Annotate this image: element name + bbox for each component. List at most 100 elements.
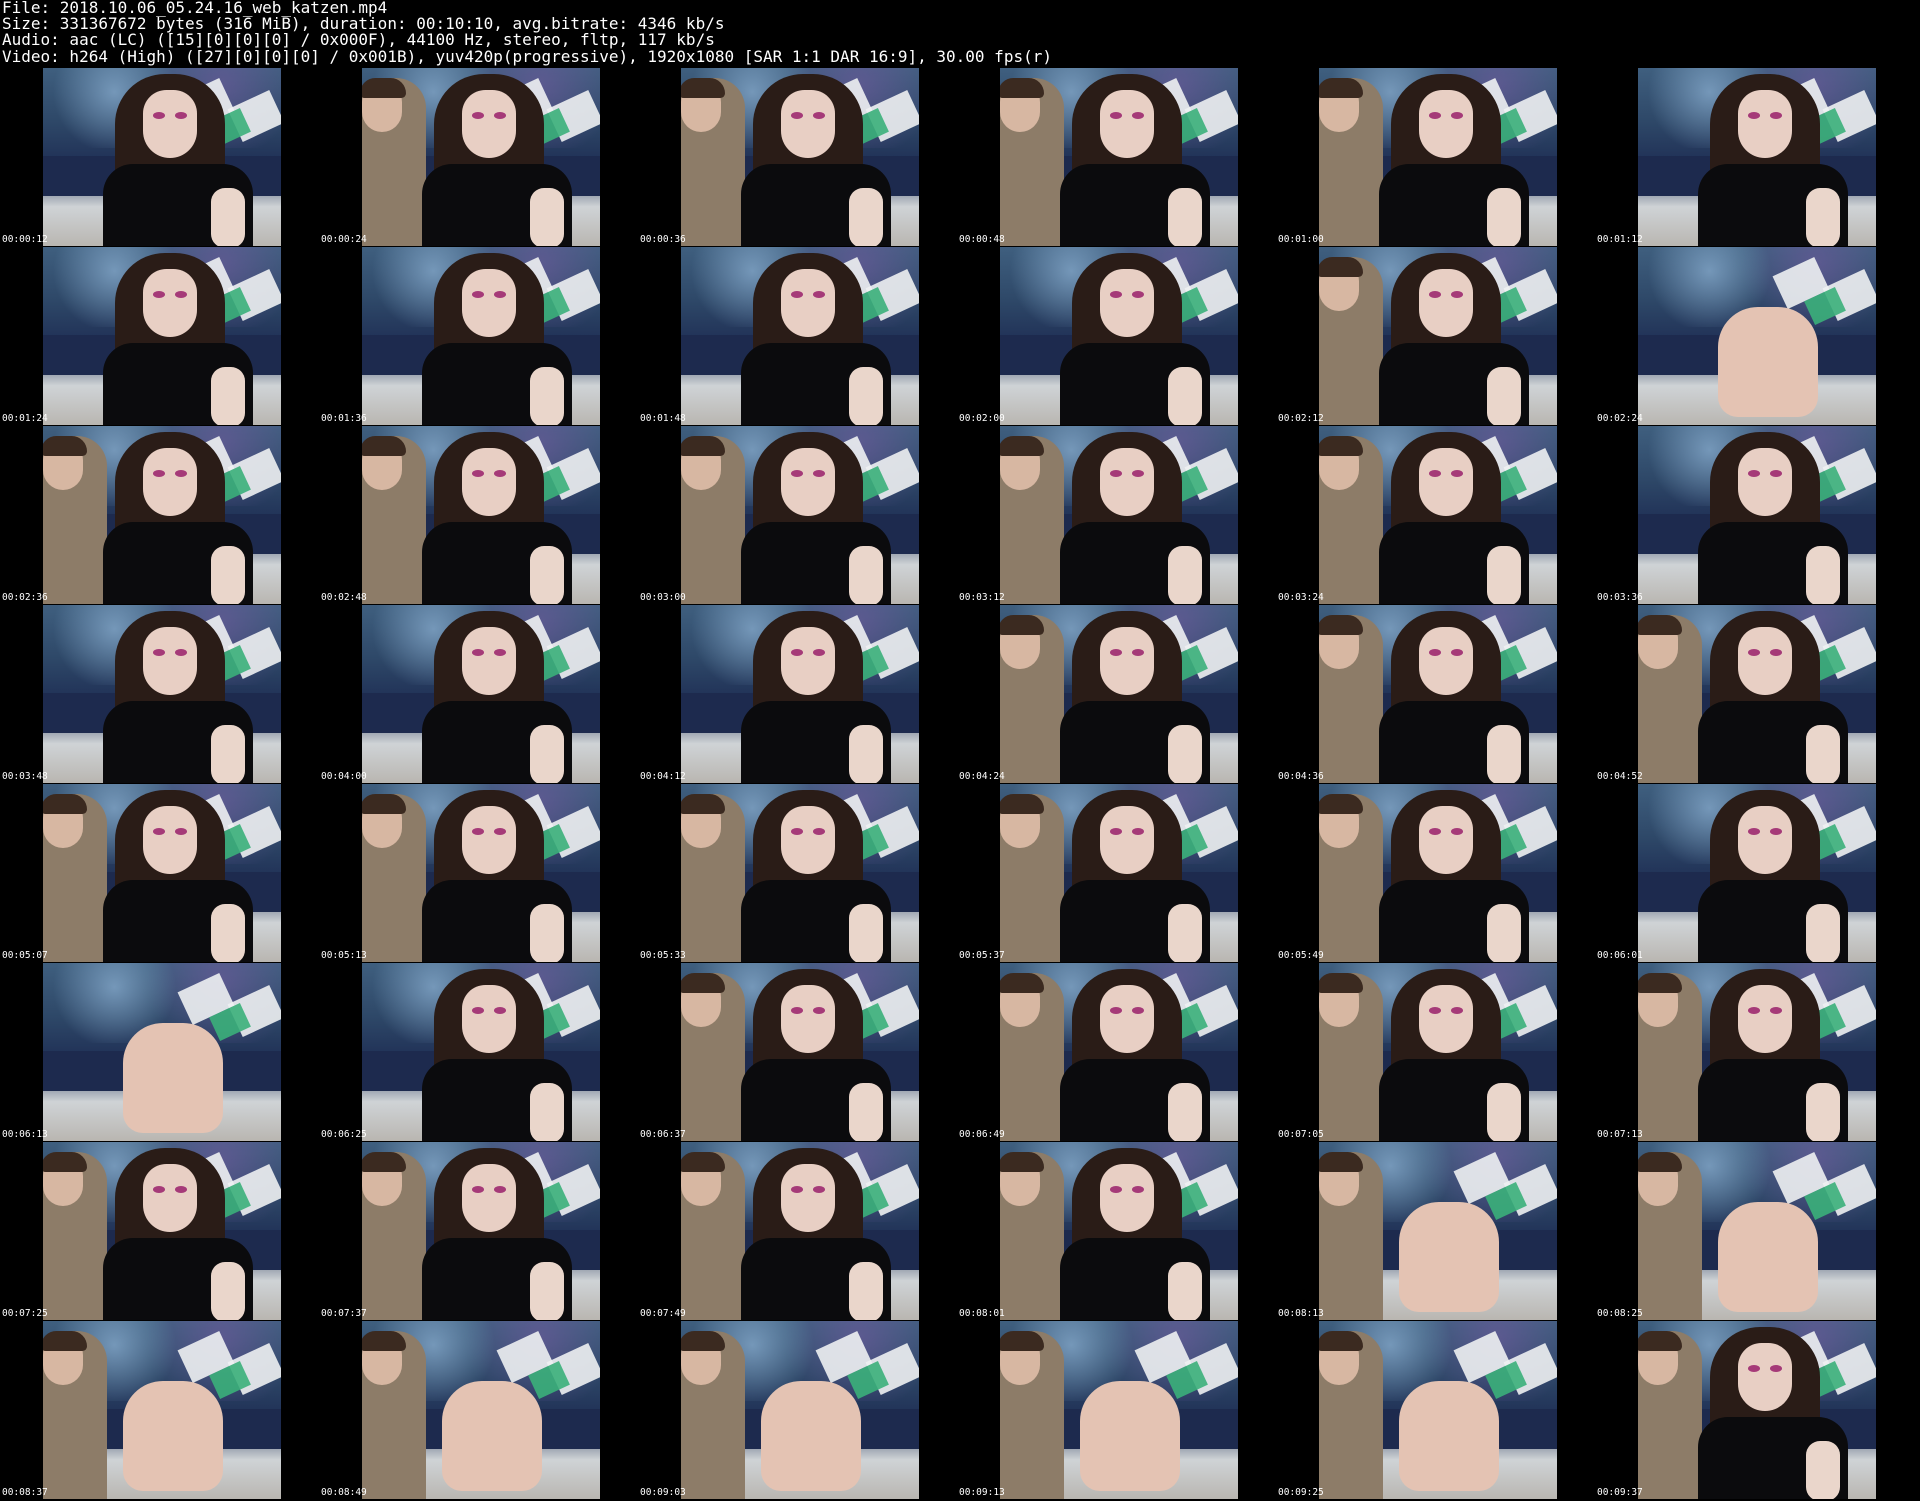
timestamp-label: 00:08:37 xyxy=(2,1487,48,1498)
left-eye xyxy=(791,470,803,477)
thumbnail-cell: 00:02:36 xyxy=(0,425,319,604)
left-eye xyxy=(153,1186,165,1193)
file-info-header: File: 2018.10.06_05.24.16_web_katzen.mp4… xyxy=(2,0,1902,65)
feet xyxy=(761,1381,861,1491)
video-frame-thumbnail xyxy=(681,784,919,962)
thumbnail-cell: 00:03:00 xyxy=(638,425,957,604)
thumbnail-cell: 00:05:49 xyxy=(1276,783,1595,962)
companion-figure xyxy=(362,436,426,604)
timestamp-label: 00:04:00 xyxy=(321,771,367,782)
companion-hair xyxy=(681,436,725,456)
tattooed-arm xyxy=(1168,546,1202,604)
companion-hair xyxy=(1638,1152,1682,1172)
thumbnail-cell: 00:02:12 xyxy=(1276,246,1595,425)
thumbnail-cell: 00:06:37 xyxy=(638,962,957,1141)
thumbnail-cell: 00:05:07 xyxy=(0,783,319,962)
tattooed-arm xyxy=(1168,725,1202,783)
feet xyxy=(123,1381,223,1491)
face xyxy=(781,627,835,695)
timestamp-label: 00:03:24 xyxy=(1278,592,1324,603)
timestamp-label: 00:03:48 xyxy=(2,771,48,782)
timestamp-label: 00:03:00 xyxy=(640,592,686,603)
video-frame-thumbnail xyxy=(1319,963,1557,1141)
companion-hair xyxy=(1319,78,1363,98)
tattooed-arm xyxy=(211,725,245,783)
video-frame-thumbnail xyxy=(1000,426,1238,604)
thumbnail-cell: 00:08:13 xyxy=(1276,1141,1595,1320)
left-eye xyxy=(1748,1365,1760,1372)
left-eye xyxy=(153,828,165,835)
right-eye xyxy=(1451,649,1463,656)
timestamp-label: 00:02:00 xyxy=(959,413,1005,424)
video-frame-thumbnail xyxy=(1000,1142,1238,1320)
video-frame-thumbnail xyxy=(43,426,281,604)
left-eye xyxy=(472,1007,484,1014)
face xyxy=(462,985,516,1053)
right-eye xyxy=(1132,470,1144,477)
feet xyxy=(1718,307,1818,417)
video-frame-thumbnail xyxy=(1319,784,1557,962)
companion-hair xyxy=(1638,1331,1682,1351)
timestamp-label: 00:05:49 xyxy=(1278,950,1324,961)
right-eye xyxy=(494,112,506,119)
video-frame-thumbnail xyxy=(362,247,600,425)
left-eye xyxy=(1748,649,1760,656)
right-eye xyxy=(1770,1007,1782,1014)
timestamp-label: 00:08:13 xyxy=(1278,1308,1324,1319)
companion-hair xyxy=(362,1331,406,1351)
timestamp-label: 00:00:36 xyxy=(640,234,686,245)
face xyxy=(1100,90,1154,158)
companion-hair xyxy=(362,1152,406,1172)
companion-figure xyxy=(1319,615,1383,783)
tattooed-arm xyxy=(849,546,883,604)
thumbnail-cell: 00:06:01 xyxy=(1595,783,1914,962)
thumbnail-cell: 00:02:48 xyxy=(319,425,638,604)
timestamp-label: 00:03:36 xyxy=(1597,592,1643,603)
companion-hair xyxy=(1319,1152,1363,1172)
face xyxy=(1100,985,1154,1053)
tattooed-arm xyxy=(1168,188,1202,246)
left-eye xyxy=(1748,112,1760,119)
thumbnail-cell: 00:03:24 xyxy=(1276,425,1595,604)
right-eye xyxy=(1451,291,1463,298)
companion-figure xyxy=(362,1331,426,1499)
right-eye xyxy=(1451,112,1463,119)
companion-figure xyxy=(681,78,745,246)
tattooed-arm xyxy=(1806,188,1840,246)
right-eye xyxy=(1132,649,1144,656)
companion-figure xyxy=(1319,1152,1383,1320)
companion-figure xyxy=(362,1152,426,1320)
companion-figure xyxy=(681,1152,745,1320)
right-eye xyxy=(1132,828,1144,835)
thumbnail-cell: 00:06:25 xyxy=(319,962,638,1141)
left-eye xyxy=(1110,112,1122,119)
thumbnail-cell: 00:08:01 xyxy=(957,1141,1276,1320)
timestamp-label: 00:07:49 xyxy=(640,1308,686,1319)
tattooed-arm xyxy=(1168,1083,1202,1141)
companion-hair xyxy=(362,78,406,98)
left-eye xyxy=(1429,470,1441,477)
companion-hair xyxy=(681,973,725,993)
thumbnail-cell: 00:09:25 xyxy=(1276,1320,1595,1499)
tattooed-arm xyxy=(1168,904,1202,962)
companion-hair xyxy=(681,1331,725,1351)
video-frame-thumbnail xyxy=(681,605,919,783)
thumbnail-cell: 00:01:24 xyxy=(0,246,319,425)
companion-figure xyxy=(681,973,745,1141)
right-eye xyxy=(813,112,825,119)
timestamp-label: 00:07:13 xyxy=(1597,1129,1643,1140)
thumbnail-cell: 00:02:24 xyxy=(1595,246,1914,425)
timestamp-label: 00:00:48 xyxy=(959,234,1005,245)
video-info-line: Video: h264 (High) ([27][0][0][0] / 0x00… xyxy=(2,46,1052,66)
video-frame-thumbnail xyxy=(1319,247,1557,425)
thumbnail-cell: 00:08:49 xyxy=(319,1320,638,1499)
timestamp-label: 00:00:24 xyxy=(321,234,367,245)
left-eye xyxy=(1748,1007,1760,1014)
video-frame-thumbnail xyxy=(362,1142,600,1320)
video-frame-thumbnail xyxy=(1638,247,1876,425)
tattooed-arm xyxy=(1806,1083,1840,1141)
right-eye xyxy=(175,470,187,477)
left-eye xyxy=(472,470,484,477)
video-frame-thumbnail xyxy=(362,963,600,1141)
thumbnail-cell: 00:07:05 xyxy=(1276,962,1595,1141)
